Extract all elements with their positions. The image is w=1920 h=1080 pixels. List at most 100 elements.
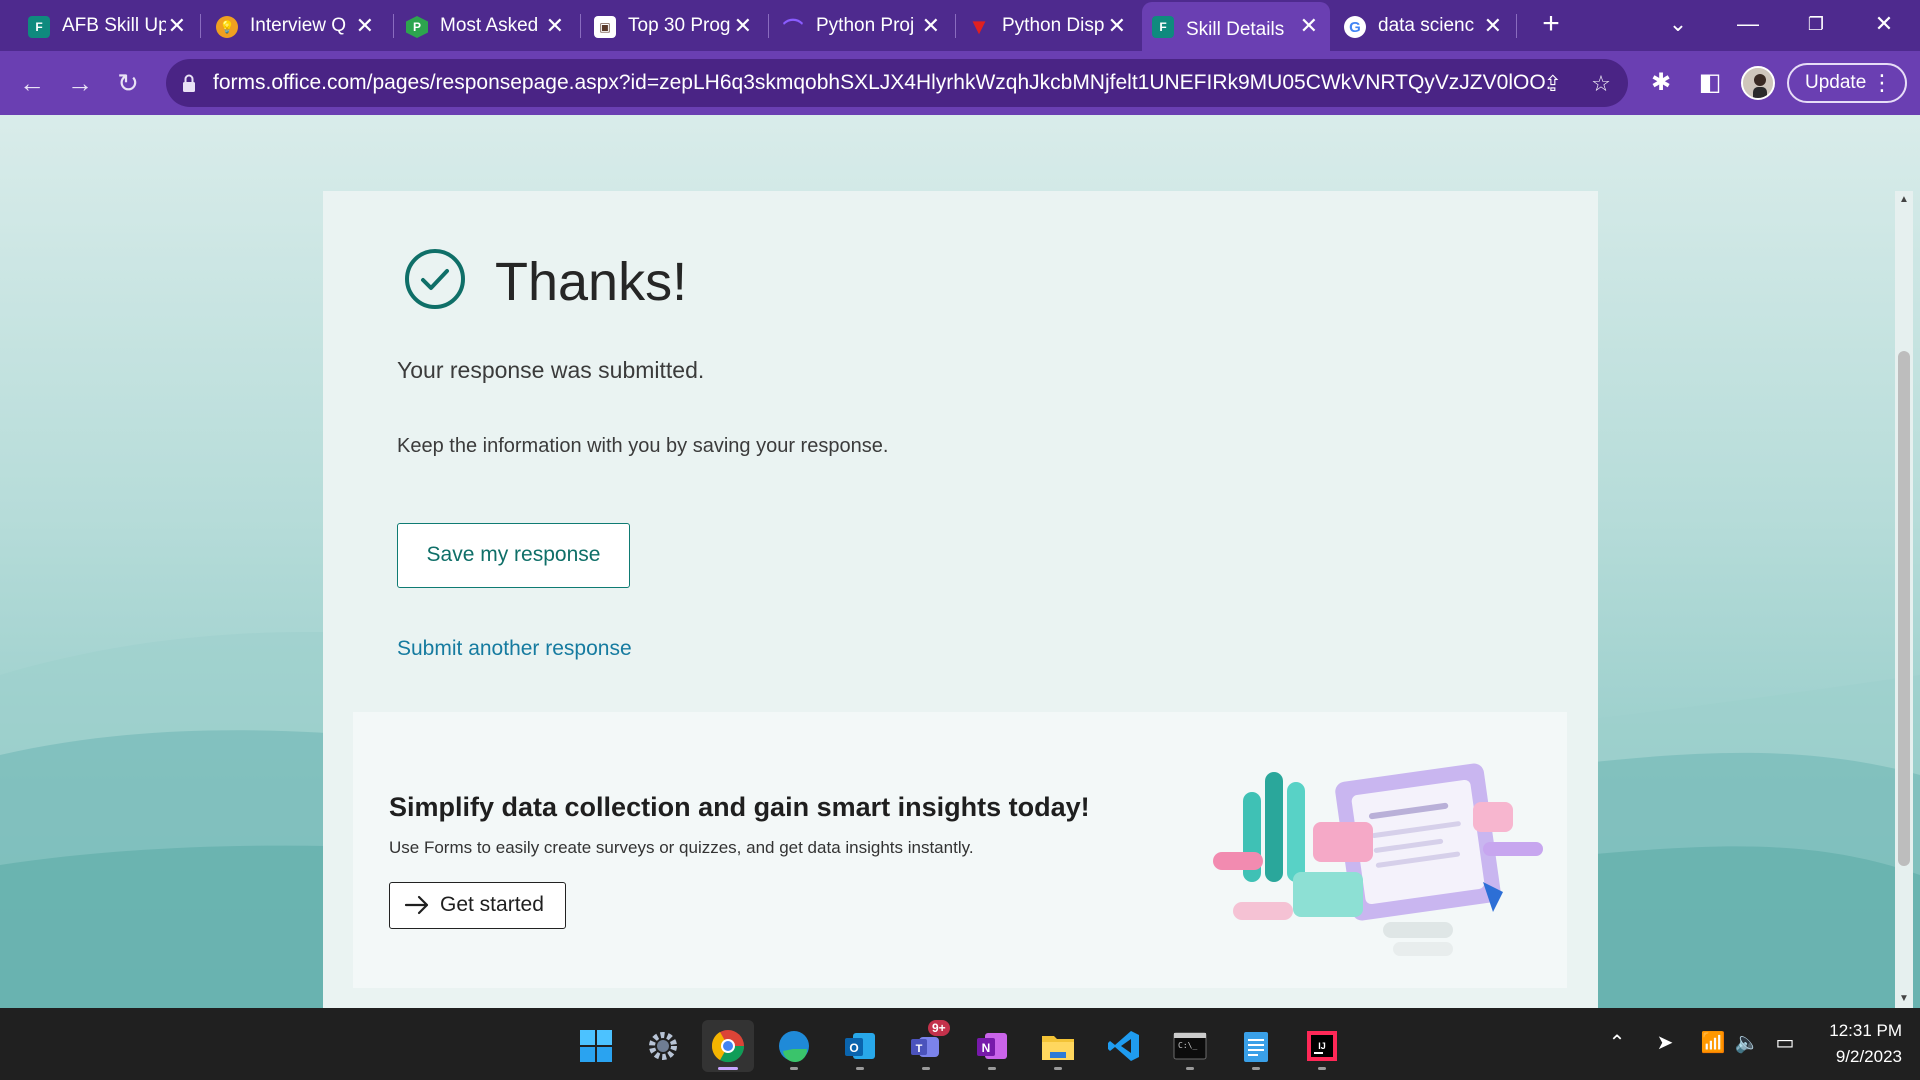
notification-badge: 9+ bbox=[928, 1020, 950, 1036]
google-icon: G bbox=[1344, 16, 1366, 38]
share-icon[interactable]: ⇪ bbox=[1538, 69, 1568, 99]
side-panel-icon[interactable]: ◧ bbox=[1694, 67, 1726, 99]
location-icon[interactable]: ➤ bbox=[1650, 1028, 1680, 1058]
close-icon[interactable]: ✕ bbox=[1300, 12, 1318, 40]
submitted-message: Your response was submitted. bbox=[397, 357, 705, 383]
forms-illustration-icon bbox=[1213, 763, 1543, 956]
outlook-icon: O bbox=[845, 1033, 875, 1059]
arrow-right-icon bbox=[404, 895, 429, 915]
scroll-thumb[interactable] bbox=[1898, 351, 1910, 866]
folder-icon bbox=[1042, 1036, 1074, 1060]
minimize-icon[interactable]: — bbox=[1724, 6, 1772, 42]
reload-icon[interactable]: ↻ bbox=[108, 63, 148, 103]
forward-icon[interactable]: → bbox=[60, 63, 100, 103]
intellij-icon: IJ bbox=[1307, 1031, 1337, 1061]
profile-photo-icon bbox=[1743, 68, 1773, 98]
close-window-icon[interactable]: ✕ bbox=[1860, 6, 1908, 42]
svg-text:T: T bbox=[916, 1043, 923, 1055]
new-tab-button[interactable]: + bbox=[1534, 8, 1568, 42]
scroll-up-icon[interactable]: ▲ bbox=[1895, 191, 1913, 209]
svg-text:O: O bbox=[849, 1041, 858, 1055]
page-scrollbar[interactable]: ▲ ▼ bbox=[1895, 191, 1913, 1008]
tab-interview-q[interactable]: 💡 Interview Q ✕ bbox=[206, 6, 386, 46]
taskbar-chrome[interactable] bbox=[702, 1020, 754, 1072]
update-label: Update bbox=[1805, 72, 1867, 93]
close-icon[interactable]: ✕ bbox=[922, 12, 940, 40]
update-button[interactable]: Update ⋮ bbox=[1787, 63, 1907, 103]
tab-label: Interview Q bbox=[250, 15, 347, 36]
v-logo-icon: ▼ bbox=[968, 14, 990, 39]
close-icon[interactable]: ✕ bbox=[1108, 12, 1126, 40]
start-button[interactable] bbox=[570, 1020, 622, 1072]
address-bar[interactable]: forms.office.com/pages/responsepage.aspx… bbox=[166, 59, 1628, 107]
clock-date[interactable]: 9/2/2023 bbox=[1812, 1047, 1902, 1067]
submit-another-link[interactable]: Submit another response bbox=[397, 637, 632, 661]
taskbar-teams[interactable]: T 9+ bbox=[900, 1020, 952, 1072]
back-icon[interactable]: ← bbox=[12, 63, 52, 103]
taskbar-settings[interactable] bbox=[637, 1020, 689, 1072]
scroll-down-icon[interactable]: ▼ bbox=[1895, 990, 1913, 1008]
taskbar-notepad[interactable] bbox=[1230, 1020, 1282, 1072]
svg-text:N: N bbox=[982, 1041, 991, 1055]
tab-data-science[interactable]: G data scienc ✕ bbox=[1334, 6, 1514, 46]
windows-logo-icon bbox=[580, 1030, 612, 1062]
taskbar-edge[interactable] bbox=[768, 1020, 820, 1072]
clock-time[interactable]: 12:31 PM bbox=[1812, 1021, 1902, 1041]
show-hidden-icons-icon[interactable]: ⌃ bbox=[1602, 1028, 1632, 1058]
cube-icon: ▣ bbox=[594, 16, 616, 38]
taskbar-onenote[interactable]: N bbox=[966, 1020, 1018, 1072]
url-text[interactable]: forms.office.com/pages/responsepage.aspx… bbox=[213, 71, 1553, 95]
tab-skill-details[interactable]: F Skill Details ✕ bbox=[1142, 2, 1330, 51]
tab-label: Top 30 Prog bbox=[628, 15, 731, 36]
promo-text: Use Forms to easily create surveys or qu… bbox=[389, 838, 974, 857]
svg-text:C:\_: C:\_ bbox=[1178, 1041, 1197, 1050]
bulb-icon: 💡 bbox=[216, 16, 238, 38]
taskbar-terminal[interactable]: C:\_ bbox=[1164, 1020, 1216, 1072]
avatar[interactable] bbox=[1741, 66, 1775, 100]
windows-taskbar: O T 9+ N C:\_ IJ ⌃ ➤ 📶 🔈 ▭ 12:31 PM 9/2/… bbox=[0, 1008, 1920, 1080]
terminal-icon: C:\_ bbox=[1173, 1032, 1207, 1060]
battery-icon[interactable]: ▭ bbox=[1770, 1028, 1800, 1058]
confirmation-card: Thanks! Your response was submitted. Kee… bbox=[323, 191, 1598, 1008]
close-icon[interactable]: ✕ bbox=[734, 12, 752, 40]
vscode-icon bbox=[1108, 1031, 1139, 1061]
get-started-button[interactable]: Get started bbox=[389, 882, 566, 929]
taskbar-outlook[interactable]: O bbox=[834, 1020, 886, 1072]
restore-icon[interactable]: ❐ bbox=[1792, 6, 1840, 42]
bookmark-star-icon[interactable]: ☆ bbox=[1586, 69, 1616, 99]
promo-banner: Simplify data collection and gain smart … bbox=[353, 712, 1567, 988]
tab-top-30-prog[interactable]: ▣ Top 30 Prog ✕ bbox=[584, 6, 764, 46]
close-icon[interactable]: ✕ bbox=[356, 12, 374, 40]
tab-most-asked[interactable]: P Most Asked ✕ bbox=[396, 6, 576, 46]
close-icon[interactable]: ✕ bbox=[546, 12, 564, 40]
taskbar-file-explorer[interactable] bbox=[1032, 1020, 1084, 1072]
wifi-icon[interactable]: 📶 bbox=[1698, 1028, 1728, 1058]
checkmark-circle-icon bbox=[405, 249, 465, 309]
extensions-icon[interactable]: ✱ bbox=[1645, 67, 1677, 99]
volume-icon[interactable]: 🔈 bbox=[1732, 1028, 1762, 1058]
close-icon[interactable]: ✕ bbox=[1484, 12, 1502, 40]
browser-tab-strip: F AFB Skill Up ✕ 💡 Interview Q ✕ P Most … bbox=[0, 0, 1920, 51]
gear-icon bbox=[649, 1032, 677, 1060]
lock-icon bbox=[183, 74, 195, 92]
browser-toolbar: ← → ↻ forms.office.com/pages/responsepag… bbox=[0, 51, 1920, 115]
tab-search-icon[interactable]: ⌄ bbox=[1654, 6, 1702, 42]
tab-python-proj[interactable]: ⌒ Python Proj ✕ bbox=[772, 6, 952, 46]
close-icon[interactable]: ✕ bbox=[168, 12, 186, 40]
tab-label: AFB Skill Up bbox=[62, 15, 166, 36]
tab-afb-skill-up[interactable]: F AFB Skill Up ✕ bbox=[18, 6, 198, 46]
tab-label: Python Disp bbox=[1002, 15, 1105, 36]
tab-label: Python Proj bbox=[816, 15, 915, 36]
get-started-label: Get started bbox=[440, 893, 544, 916]
forms-icon: F bbox=[28, 16, 50, 38]
onenote-icon: N bbox=[977, 1033, 1007, 1059]
notepad-icon bbox=[1244, 1032, 1268, 1062]
save-response-button[interactable]: Save my response bbox=[397, 523, 630, 588]
promo-title: Simplify data collection and gain smart … bbox=[389, 792, 1090, 822]
forms-icon: F bbox=[1152, 16, 1174, 38]
kebab-menu-icon[interactable]: ⋮ bbox=[1871, 65, 1893, 101]
tab-python-disp[interactable]: ▼ Python Disp ✕ bbox=[958, 6, 1138, 46]
taskbar-intellij[interactable]: IJ bbox=[1296, 1020, 1348, 1072]
taskbar-vscode[interactable] bbox=[1098, 1020, 1150, 1072]
tab-label: Most Asked bbox=[440, 15, 539, 36]
